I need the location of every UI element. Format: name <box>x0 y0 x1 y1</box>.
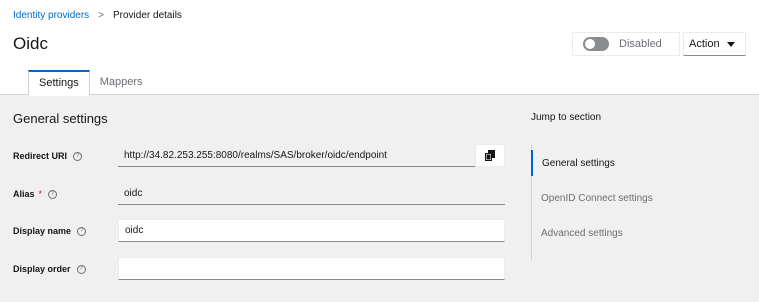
redirect-uri-label-text: Redirect URI <box>13 151 68 161</box>
jump-link-general-settings[interactable]: General settings <box>531 150 681 176</box>
help-icon[interactable]: ? <box>73 151 83 161</box>
breadcrumb: Identity providers > Provider details <box>13 10 182 21</box>
tab-mappers[interactable]: Mappers <box>90 70 153 95</box>
breadcrumb-separator-icon: > <box>98 10 104 21</box>
jump-to-section-title: Jump to section <box>531 112 602 123</box>
display-order-label: Display order ? <box>13 264 86 274</box>
form-row-display-order: Display order ? <box>0 257 510 281</box>
section-title-general-settings: General settings <box>13 111 108 126</box>
action-dropdown[interactable]: Action <box>683 32 746 56</box>
enabled-toggle-group: Disabled <box>572 32 680 56</box>
help-icon[interactable]: ? <box>77 226 87 236</box>
tab-bar: Settings Mappers <box>28 70 153 96</box>
switch-knob <box>585 39 595 49</box>
required-marker: * <box>38 189 43 199</box>
caret-down-icon <box>727 42 735 47</box>
display-order-input[interactable] <box>118 257 505 280</box>
alias-label: Alias * ? <box>13 189 58 199</box>
page-title: Oidc <box>13 34 48 53</box>
tab-settings[interactable]: Settings <box>28 70 90 96</box>
display-order-label-text: Display order <box>13 264 71 274</box>
display-name-label-text: Display name <box>13 226 72 236</box>
form-row-display-name: Display name ? oidc <box>0 219 510 243</box>
display-name-label: Display name ? <box>13 226 87 236</box>
copy-icon <box>485 150 495 161</box>
copy-to-clipboard-button[interactable] <box>475 144 505 167</box>
breadcrumb-identity-providers-link[interactable]: Identity providers <box>13 10 89 21</box>
alias-label-text: Alias <box>13 189 35 199</box>
alias-field[interactable]: oidc <box>118 182 505 205</box>
help-icon[interactable]: ? <box>48 189 58 199</box>
action-dropdown-label: Action <box>689 38 720 50</box>
jump-link-openid-connect-settings[interactable]: OpenID Connect settings <box>532 185 682 211</box>
help-icon[interactable]: ? <box>76 264 86 274</box>
breadcrumb-current: Provider details <box>113 10 182 21</box>
display-name-input[interactable]: oidc <box>118 219 505 242</box>
page-header: Identity providers > Provider details Oi… <box>0 0 759 96</box>
switch-label: Disabled <box>619 38 662 50</box>
form-row-redirect-uri: Redirect URI ? http://34.82.253.255:8080… <box>0 144 510 168</box>
jump-link-advanced-settings[interactable]: Advanced settings <box>532 220 682 246</box>
jump-to-section-nav: General settings OpenID Connect settings… <box>531 145 681 260</box>
form-row-alias: Alias * ? oidc <box>0 182 510 206</box>
redirect-uri-label: Redirect URI ? <box>13 151 83 161</box>
redirect-uri-field[interactable]: http://34.82.253.255:8080/realms/SAS/bro… <box>118 144 475 167</box>
enabled-switch[interactable] <box>583 37 609 51</box>
